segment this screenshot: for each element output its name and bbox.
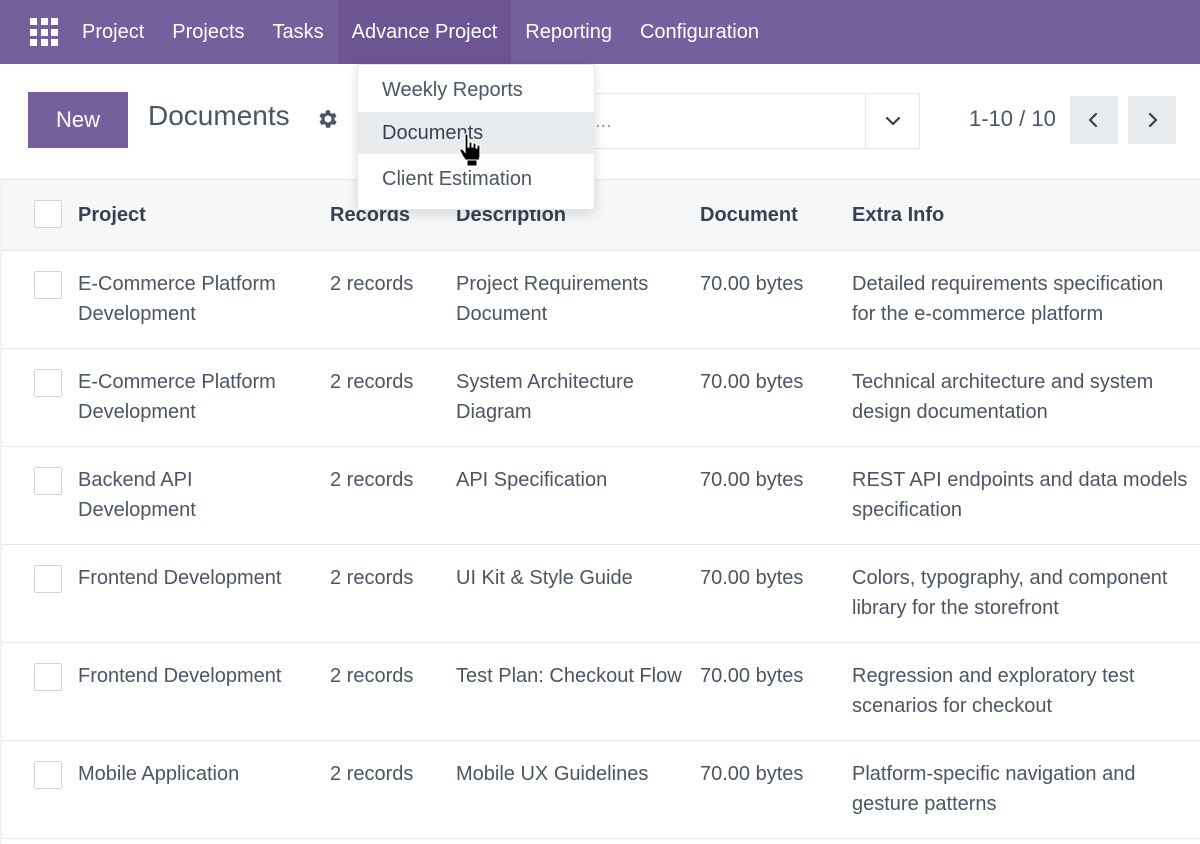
nav-item-reporting[interactable]: Reporting [511, 0, 626, 64]
table-row[interactable]: Frontend Development 2 records Test Plan… [2, 643, 1200, 741]
row-checkbox[interactable] [34, 467, 62, 495]
cell-project: Mobile Application [78, 763, 240, 785]
table-row[interactable]: Backend API Development 2 records API Sp… [2, 447, 1200, 545]
apps-grid-icon[interactable] [30, 18, 58, 46]
column-header-extra-info[interactable]: Extra Info [852, 200, 1192, 230]
column-header-document[interactable]: Document [700, 200, 840, 230]
table-row[interactable]: E-Commerce Platform Development 2 record… [2, 251, 1200, 349]
search-input[interactable]: ... [570, 93, 866, 149]
chevron-right-icon [1148, 112, 1158, 128]
cell-extra-info: Platform-specific navigation and gesture… [852, 763, 1136, 815]
control-panel: New Documents ... 1-10 / 10 [0, 64, 1200, 180]
cell-extra-info: REST API endpoints and data models speci… [852, 469, 1188, 521]
cell-description: UI Kit & Style Guide [456, 567, 633, 589]
table-header: Project Records Description Document Ext… [2, 180, 1200, 251]
cell-document: 70.00 bytes [700, 469, 804, 491]
cell-project: Frontend Development [78, 665, 282, 687]
search-options-toggle[interactable] [865, 93, 920, 149]
row-checkbox[interactable] [34, 369, 62, 397]
cell-extra-info: Regression and exploratory test scenario… [852, 665, 1135, 717]
pager-next-button[interactable] [1128, 96, 1176, 144]
nav-item-projects[interactable]: Projects [158, 0, 258, 64]
cell-project: Backend API Development [78, 469, 196, 521]
cell-description: API Specification [456, 469, 608, 491]
cell-extra-info: Technical architecture and system design… [852, 371, 1154, 423]
cell-records: 2 records [330, 567, 414, 589]
select-all-checkbox[interactable] [34, 200, 62, 228]
cell-description: Test Plan: Checkout Flow [456, 665, 682, 687]
menu-item-weekly-reports[interactable]: Weekly Reports [358, 69, 594, 111]
cell-records: 2 records [330, 371, 414, 393]
new-button[interactable]: New [28, 92, 128, 148]
page-title: Documents [148, 100, 290, 131]
cell-document: 70.00 bytes [700, 273, 804, 295]
documents-list: Project Records Description Document Ext… [0, 180, 1200, 844]
cell-description: Project Requirements Document [456, 273, 649, 325]
pager-value[interactable]: 1-10 / 10 [969, 106, 1056, 132]
cell-extra-info: Detailed requirements specification for … [852, 273, 1164, 325]
nav-item-advance-project[interactable]: Advance Project [337, 0, 512, 64]
cell-description: Mobile UX Guidelines [456, 763, 649, 785]
cell-extra-info: Colors, typography, and component librar… [852, 567, 1168, 619]
row-checkbox[interactable] [34, 565, 62, 593]
cell-project: E-Commerce Platform Development [78, 371, 276, 423]
chevron-down-icon [885, 116, 900, 126]
cell-records: 2 records [330, 763, 414, 785]
table-row[interactable]: Mobile Application 2 records Mobile UX G… [2, 741, 1200, 839]
table-row[interactable]: Frontend Development 2 records UI Kit & … [2, 545, 1200, 643]
top-navbar: Project Projects Tasks Advance Project R… [0, 0, 1200, 64]
column-header-project[interactable]: Project [78, 200, 308, 230]
row-checkbox[interactable] [34, 761, 62, 789]
cell-records: 2 records [330, 273, 414, 295]
nav-item-tasks[interactable]: Tasks [259, 0, 338, 64]
nav-item-configuration[interactable]: Configuration [626, 0, 773, 64]
cell-records: 2 records [330, 469, 414, 491]
row-checkbox[interactable] [34, 663, 62, 691]
gear-icon[interactable] [316, 107, 340, 131]
row-checkbox[interactable] [34, 271, 62, 299]
cell-project: E-Commerce Platform Development [78, 273, 276, 325]
cell-records: 2 records [330, 665, 414, 687]
cell-project: Frontend Development [78, 567, 282, 589]
cell-document: 70.00 bytes [700, 371, 804, 393]
chevron-left-icon [1088, 112, 1098, 128]
cell-document: 70.00 bytes [700, 763, 804, 785]
cell-description: System Architecture Diagram [456, 371, 634, 423]
cell-document: 70.00 bytes [700, 665, 804, 687]
nav-item-project[interactable]: Project [68, 0, 158, 64]
hand-pointer-icon [459, 133, 481, 167]
table-row[interactable]: E-Commerce Platform Development 2 record… [2, 349, 1200, 447]
cell-document: 70.00 bytes [700, 567, 804, 589]
pager-previous-button[interactable] [1070, 96, 1118, 144]
